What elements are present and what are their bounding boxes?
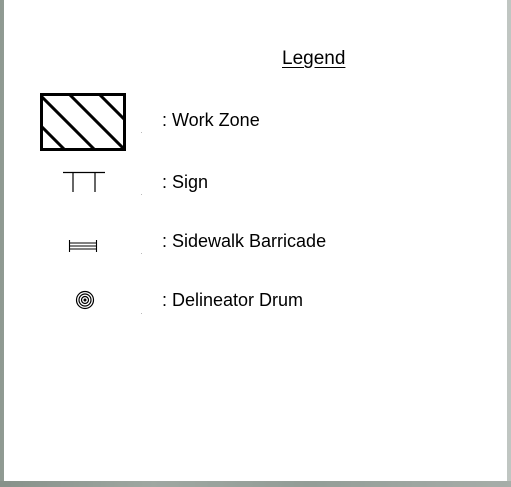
- legend-label-work-zone: : Work Zone: [162, 110, 260, 130]
- sign-icon: [63, 171, 105, 192]
- legend-label-sidewalk-barricade: : Sidewalk Barricade: [162, 231, 327, 251]
- legend-title: Legend: [282, 48, 346, 69]
- legend-panel: Legend : Work Zone : Sign: Sidewalk Bar…: [4, 0, 507, 481]
- background-strip-bottom: [0, 481, 511, 487]
- drum-icon: [75, 290, 95, 310]
- barricade-icon: [68, 240, 98, 252]
- hatched-rectangle-icon: [40, 93, 126, 151]
- scan-mark: [141, 313, 142, 314]
- scan-mark: [141, 253, 142, 254]
- scan-mark: [141, 132, 142, 133]
- legend-label-sign: : Sign: [162, 172, 209, 192]
- scan-mark: [141, 194, 142, 195]
- legend-label-delineator-drum: : Delineator Drum: [162, 290, 304, 310]
